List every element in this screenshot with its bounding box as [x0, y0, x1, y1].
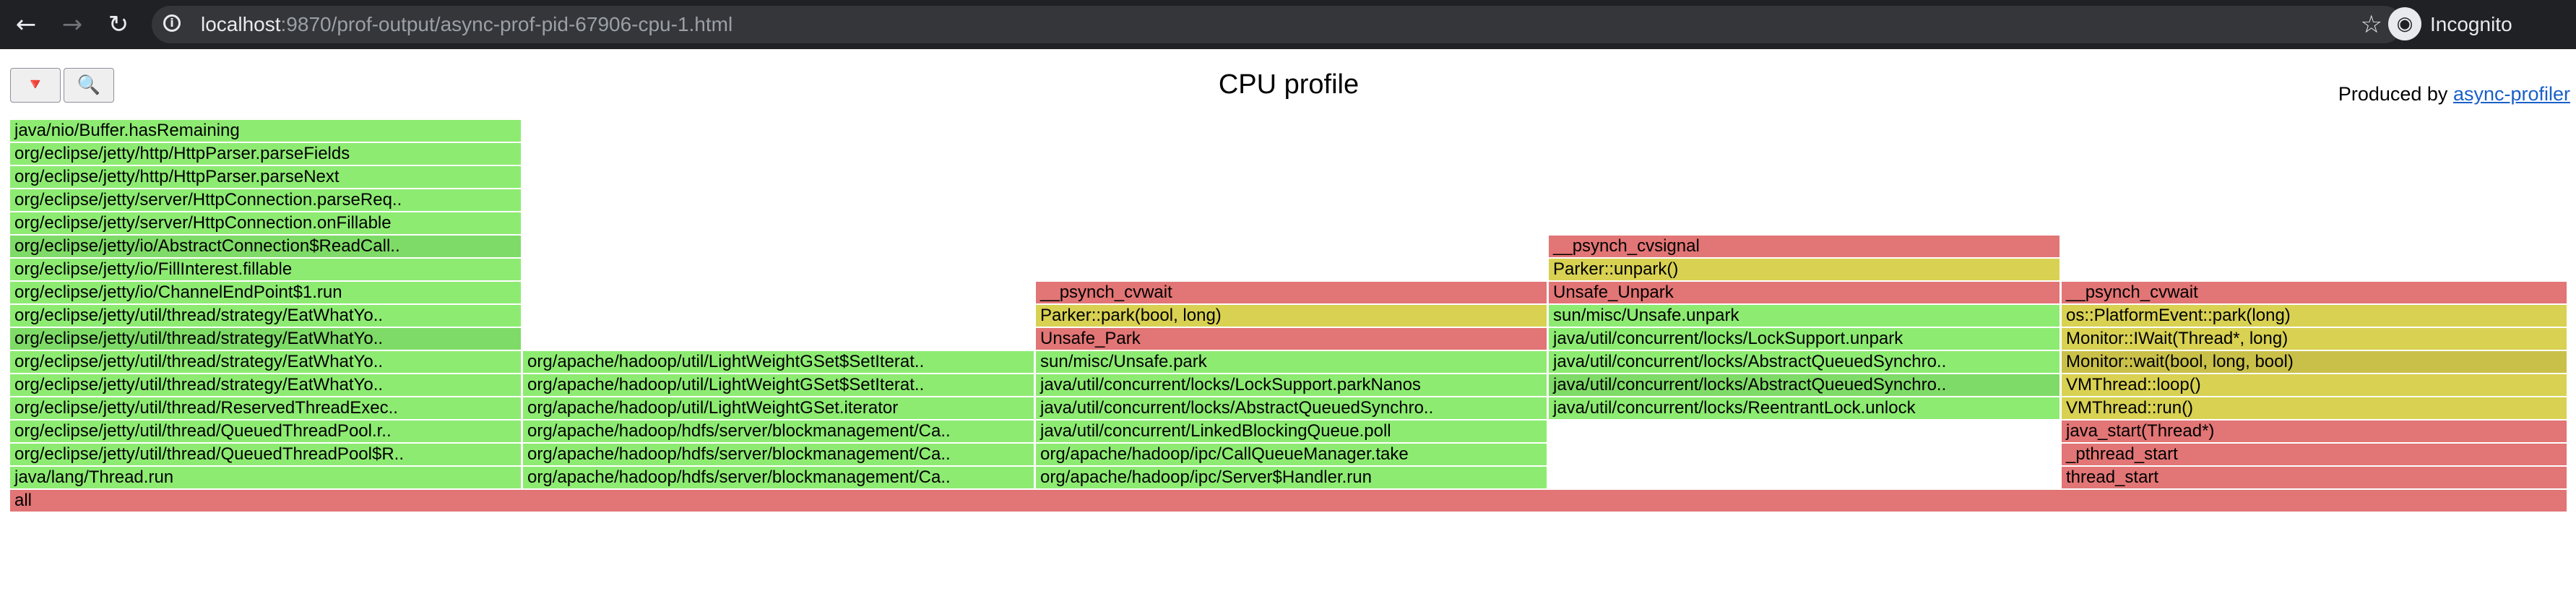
flame-frame[interactable]: java/util/concurrent/locks/LockSupport.p…	[1036, 374, 1549, 396]
produced-by-label: Produced by	[2338, 83, 2453, 105]
url-path: :9870/prof-output/async-prof-pid-67906-c…	[280, 13, 733, 35]
flame-frame[interactable]: sun/misc/Unsafe.park	[1036, 351, 1549, 373]
flame-frame[interactable]: __psynch_cvsignal	[1549, 236, 2062, 257]
reload-icon[interactable]: ↻	[104, 10, 133, 39]
flame-frame[interactable]: org/eclipse/jetty/io/FillInterest.fillab…	[10, 259, 523, 280]
flame-frame[interactable]: java_start(Thread*)	[2062, 420, 2569, 442]
flame-frame[interactable]: sun/misc/Unsafe.unpark	[1549, 305, 2062, 327]
flame-frame[interactable]: org/apache/hadoop/hdfs/server/blockmanag…	[523, 467, 1036, 488]
flame-frame[interactable]: org/apache/hadoop/util/LightWeightGSet.i…	[523, 397, 1036, 419]
bookmark-star-icon[interactable]: ☆	[2361, 10, 2382, 39]
flame-frame[interactable]: org/eclipse/jetty/util/thread/strategy/E…	[10, 351, 523, 373]
flame-frame[interactable]: java/util/concurrent/locks/ReentrantLock…	[1549, 397, 2062, 419]
site-info-icon[interactable]: i	[163, 14, 181, 32]
flame-frame[interactable]: org/eclipse/jetty/util/thread/strategy/E…	[10, 374, 523, 396]
flame-frame[interactable]: java/util/concurrent/locks/AbstractQueue…	[1036, 397, 1549, 419]
flame-frame[interactable]: VMThread::loop()	[2062, 374, 2569, 396]
produced-by: Produced by async-profiler	[2338, 83, 2570, 105]
url-host: localhost	[201, 13, 281, 35]
flame-frame[interactable]: java/util/concurrent/locks/AbstractQueue…	[1549, 374, 2062, 396]
flame-frame[interactable]: org/eclipse/jetty/server/HttpConnection.…	[10, 212, 523, 234]
flame-frame[interactable]: org/eclipse/jetty/server/HttpConnection.…	[10, 189, 523, 211]
flame-frame[interactable]: org/eclipse/jetty/http/HttpParser.parseN…	[10, 166, 523, 188]
flame-frame[interactable]: VMThread::run()	[2062, 397, 2569, 419]
flame-frame[interactable]: Parker::park(bool, long)	[1036, 305, 1549, 327]
search-button[interactable]: 🔍	[64, 68, 114, 103]
flame-frame[interactable]: all	[10, 490, 2569, 512]
flame-frame[interactable]: org/eclipse/jetty/io/AbstractConnection$…	[10, 236, 523, 257]
flame-frame[interactable]: org/apache/hadoop/util/LightWeightGSet$S…	[523, 374, 1036, 396]
flame-frame[interactable]: java/util/concurrent/LinkedBlockingQueue…	[1036, 420, 1549, 442]
flame-frame[interactable]: java/util/concurrent/locks/LockSupport.u…	[1549, 328, 2062, 350]
flame-frame[interactable]: org/apache/hadoop/ipc/CallQueueManager.t…	[1036, 444, 1549, 465]
address-bar[interactable]: i localhost:9870/prof-output/async-prof-…	[152, 6, 2403, 43]
flame-frame[interactable]: Monitor::IWait(Thread*, long)	[2062, 328, 2569, 350]
flame-frame[interactable]: org/eclipse/jetty/io/ChannelEndPoint$1.r…	[10, 282, 523, 303]
flame-frame[interactable]: thread_start	[2062, 467, 2569, 488]
flame-frame[interactable]: org/apache/hadoop/util/LightWeightGSet$S…	[523, 351, 1036, 373]
flame-frame[interactable]: org/eclipse/jetty/util/thread/strategy/E…	[10, 305, 523, 327]
flame-frame[interactable]: java/util/concurrent/locks/AbstractQueue…	[1549, 351, 2062, 373]
url-text[interactable]: localhost:9870/prof-output/async-prof-pi…	[201, 6, 732, 43]
flame-frame[interactable]: org/eclipse/jetty/util/thread/QueuedThre…	[10, 444, 523, 465]
flame-frame[interactable]: __psynch_cvwait	[1036, 282, 1549, 303]
flame-frame[interactable]: org/apache/hadoop/ipc/Server$Handler.run	[1036, 467, 1549, 488]
flame-frame[interactable]: Unsafe_Park	[1036, 328, 1549, 350]
flame-frame[interactable]: org/apache/hadoop/hdfs/server/blockmanag…	[523, 444, 1036, 465]
flame-frame[interactable]: org/eclipse/jetty/util/thread/ReservedTh…	[10, 397, 523, 419]
async-profiler-link[interactable]: async-profiler	[2453, 83, 2570, 105]
back-icon[interactable]: ←	[12, 10, 40, 39]
browser-toolbar: ← → ↻ i localhost:9870/prof-output/async…	[0, 0, 2576, 49]
reverse-button[interactable]: 🔻	[10, 68, 61, 103]
flame-frame[interactable]: org/eclipse/jetty/util/thread/strategy/E…	[10, 328, 523, 350]
flame-frame[interactable]: Parker::unpark()	[1549, 259, 2062, 280]
incognito-label[interactable]: Incognito	[2430, 0, 2512, 49]
flame-frame[interactable]: org/apache/hadoop/hdfs/server/blockmanag…	[523, 420, 1036, 442]
flame-frame[interactable]: Monitor::wait(bool, long, bool)	[2062, 351, 2569, 373]
flame-frame[interactable]: java/nio/Buffer.hasRemaining	[10, 120, 523, 142]
flame-frame[interactable]: org/eclipse/jetty/http/HttpParser.parseF…	[10, 143, 523, 165]
flame-frame[interactable]: org/eclipse/jetty/util/thread/QueuedThre…	[10, 420, 523, 442]
forward-icon[interactable]: →	[58, 10, 87, 39]
flame-frame[interactable]: Unsafe_Unpark	[1549, 282, 2062, 303]
flame-frame[interactable]: java/lang/Thread.run	[10, 467, 523, 488]
incognito-icon[interactable]: ◉	[2388, 7, 2421, 40]
flame-frame[interactable]: _pthread_start	[2062, 444, 2569, 465]
flame-frame[interactable]: os::PlatformEvent::park(long)	[2062, 305, 2569, 327]
flame-frame[interactable]: __psynch_cvwait	[2062, 282, 2569, 303]
page-title: CPU profile	[1218, 69, 1360, 100]
